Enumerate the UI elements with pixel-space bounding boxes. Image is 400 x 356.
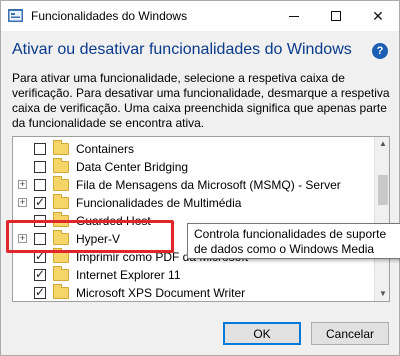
maximize-button[interactable] — [315, 1, 357, 31]
cancel-button[interactable]: Cancelar — [311, 322, 389, 345]
close-icon: ✕ — [372, 7, 384, 24]
folder-icon — [53, 248, 69, 263]
feature-label: Containers — [76, 142, 135, 156]
expand-icon[interactable]: + — [18, 180, 27, 189]
folder-icon — [53, 140, 69, 155]
windows-features-icon — [8, 9, 23, 22]
folder-icon — [53, 158, 69, 173]
feature-checkbox[interactable] — [34, 285, 46, 299]
folder-icon — [53, 230, 69, 245]
window-title: Funcionalidades do Windows — [31, 9, 188, 23]
maximize-icon — [331, 11, 341, 21]
feature-checkbox[interactable] — [34, 249, 46, 263]
help-icon[interactable]: ? — [372, 43, 388, 59]
feature-row-containers[interactable]: Containers — [13, 140, 373, 158]
feature-checkbox[interactable] — [34, 179, 46, 191]
folder-icon — [53, 266, 69, 281]
minimize-button[interactable] — [273, 1, 315, 31]
minimize-icon — [289, 15, 299, 17]
folder-icon — [53, 194, 69, 209]
feature-checkbox[interactable] — [34, 143, 46, 155]
feature-row-xps-writer[interactable]: Microsoft XPS Document Writer — [13, 284, 373, 301]
feature-row-data-center-bridging[interactable]: Data Center Bridging — [13, 158, 373, 176]
feature-label: Guarded Host — [76, 214, 151, 228]
scroll-down-icon[interactable]: ▼ — [375, 287, 389, 301]
feature-tooltip: Controla funcionalidades de suporte de d… — [187, 223, 400, 259]
feature-row-multimedia[interactable]: + Funcionalidades de Multimédia — [13, 194, 373, 212]
feature-row-internet-explorer[interactable]: Internet Explorer 11 — [13, 266, 373, 284]
features-tree[interactable]: Containers Data Center Bridging + Fila d… — [12, 136, 390, 302]
feature-checkbox[interactable] — [34, 161, 46, 173]
folder-icon — [53, 176, 69, 191]
feature-label: Funcionalidades de Multimédia — [76, 196, 242, 210]
vertical-scrollbar[interactable]: ▲ ▼ — [374, 137, 389, 301]
description-text: Para ativar uma funcionalidade, selecion… — [12, 71, 390, 130]
expand-icon[interactable]: + — [18, 234, 27, 243]
folder-icon — [53, 284, 69, 299]
dialog-window: Funcionalidades do Windows ✕ Ativar ou d… — [0, 0, 400, 356]
feature-label: Hyper-V — [76, 232, 121, 246]
close-button[interactable]: ✕ — [357, 1, 399, 31]
feature-checkbox[interactable] — [34, 215, 46, 227]
expand-icon[interactable]: + — [18, 198, 27, 207]
feature-label: Internet Explorer 11 — [76, 268, 181, 282]
feature-label: Fila de Mensagens da Microsoft (MSMQ) - … — [76, 178, 341, 192]
scrollbar-thumb[interactable] — [378, 175, 388, 205]
feature-label: Data Center Bridging — [76, 160, 189, 174]
ok-button[interactable]: OK — [223, 322, 301, 345]
feature-checkbox[interactable] — [34, 233, 46, 245]
title-bar[interactable]: Funcionalidades do Windows ✕ — [1, 1, 399, 31]
feature-checkbox[interactable] — [34, 267, 46, 281]
feature-row-msmq[interactable]: + Fila de Mensagens da Microsoft (MSMQ) … — [13, 176, 373, 194]
page-heading: Ativar ou desativar funcionalidades do W… — [12, 41, 352, 58]
scroll-up-icon[interactable]: ▲ — [375, 137, 389, 151]
feature-checkbox[interactable] — [34, 195, 46, 209]
feature-label: Microsoft XPS Document Writer — [76, 286, 246, 300]
folder-icon — [53, 212, 69, 227]
